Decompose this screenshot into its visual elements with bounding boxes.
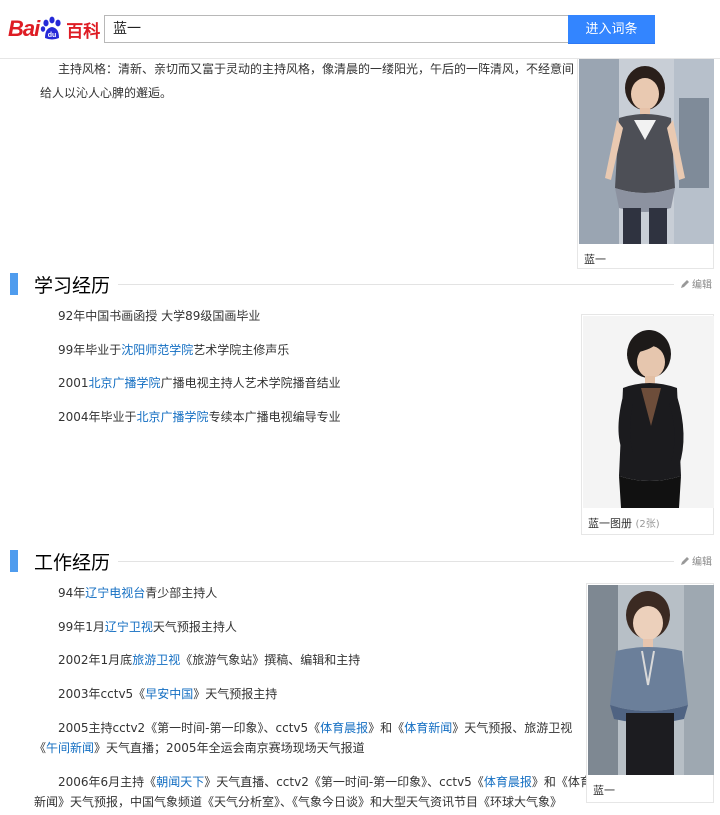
text: 专续本广播电视编导专业 xyxy=(208,410,341,424)
logo-baike-text: 百科 xyxy=(66,21,101,42)
list-item: 2002年1月底旅游卫视《旅游气象站》撰稿、编辑和主持 xyxy=(58,648,360,673)
link-beijing-broadcasting[interactable]: 北京广播学院 xyxy=(137,410,209,424)
top-search-bar: Bai du 百科 蓝一 进入词条 xyxy=(0,0,720,59)
section-marker xyxy=(10,550,18,572)
link-liaoning-tv[interactable]: 辽宁电视台 xyxy=(85,586,145,600)
list-item: 99年1月辽宁卫视天气预报主持人 xyxy=(58,615,237,640)
pencil-icon xyxy=(681,279,689,288)
search-input[interactable]: 蓝一 xyxy=(104,15,568,43)
link-beijing-broadcasting[interactable]: 北京广播学院 xyxy=(89,376,161,390)
text: 2001 xyxy=(58,376,89,390)
link-noon-news[interactable]: 午间新闻 xyxy=(46,741,94,755)
link-sports-morning[interactable]: 体育晨报 xyxy=(320,721,368,735)
text: 》天气直播、cctv2《第一时间-第一印象》、cctv5《 xyxy=(204,775,484,789)
gallery-title: 蓝一图册 xyxy=(588,517,632,530)
text: 青少部主持人 xyxy=(145,586,218,600)
link-sports-morning[interactable]: 体育晨报 xyxy=(484,775,532,789)
edit-label: 编辑 xyxy=(692,280,712,291)
pencil-icon xyxy=(681,556,689,565)
list-item: 2003年cctv5《早安中国》天气预报主持 xyxy=(58,682,277,707)
edit-study-button[interactable]: 编辑 xyxy=(680,276,712,291)
link-liaoning-satellite[interactable]: 辽宁卫视 xyxy=(105,620,153,634)
text: 新闻》天气预报，中国气象频道《天气分析室》、《气象今日谈》和大型天气资讯节目《环… xyxy=(34,795,563,809)
portrait-photo-1[interactable] xyxy=(579,58,714,244)
text: 艺术学院主修声乐 xyxy=(193,343,290,357)
list-item: 99年毕业于沈阳师范学院艺术学院主修声乐 xyxy=(58,338,289,363)
list-item: 2001北京广播学院广播电视主持人艺术学院播音结业 xyxy=(58,371,341,396)
section-marker xyxy=(10,273,18,295)
list-item: 2004年毕业于北京广播学院专续本广播电视编导专业 xyxy=(58,405,341,430)
text: 92年中国书画函授 大学89级国画毕业 xyxy=(58,309,261,323)
list-item: 94年辽宁电视台青少部主持人 xyxy=(58,581,217,606)
portrait-photo-2[interactable] xyxy=(583,316,714,508)
logo-bai-text: Bai xyxy=(8,16,40,41)
text: 2006年6月主持《 xyxy=(58,775,157,789)
portrait-3-svg xyxy=(588,585,714,775)
figure-3-caption: 蓝一 xyxy=(593,784,615,797)
text: 天气预报主持人 xyxy=(152,620,237,634)
portrait-photo-3[interactable] xyxy=(588,585,714,775)
text: 》天气预报主持 xyxy=(193,687,278,701)
section-divider xyxy=(118,284,674,285)
text: 2003年cctv5《 xyxy=(58,687,146,701)
text: 2002年1月底 xyxy=(58,653,133,667)
gallery-count: (2张) xyxy=(635,519,660,530)
link-travel-satellite[interactable]: 旅游卫视 xyxy=(132,653,180,667)
enter-entry-button[interactable]: 进入词条 xyxy=(568,15,655,44)
text: 》天气预报、旅游卫视 xyxy=(452,721,573,735)
edit-label: 编辑 xyxy=(692,557,712,568)
section-title-study: 学习经历 xyxy=(34,275,111,297)
section-title-work: 工作经历 xyxy=(34,552,111,574)
text: 94年 xyxy=(58,586,86,600)
text: 《 xyxy=(34,741,47,755)
link-sports-news[interactable]: 体育新闻 xyxy=(404,721,452,735)
figure-3[interactable]: 蓝一 xyxy=(586,583,714,803)
link-good-morning-china[interactable]: 早安中国 xyxy=(145,687,193,701)
figure-2[interactable]: 蓝一图册 (2张) xyxy=(581,314,714,535)
figure-1[interactable]: 蓝一 xyxy=(577,56,714,269)
baidu-baike-logo[interactable]: Bai du 百科 xyxy=(8,12,100,46)
text: 2005主持cctv2《第一时间-第一印象》、cctv5《 xyxy=(58,721,321,735)
link-morning-news[interactable]: 朝闻天下 xyxy=(156,775,204,789)
portrait-1-svg xyxy=(579,58,714,244)
text: 》和《体育 xyxy=(531,775,592,789)
intro-paragraph: 主持风格：清新、亲切而又富于灵动的主持风格，像清晨的一缕阳光，午后的一阵清风，不… xyxy=(40,62,575,100)
figure-2-caption: 蓝一图册 (2张) xyxy=(588,515,660,531)
text: 99年毕业于 xyxy=(58,343,122,357)
text: 》和《 xyxy=(368,721,405,735)
text: 广播电视主持人艺术学院播音结业 xyxy=(160,376,341,390)
figure-1-caption: 蓝一 xyxy=(584,253,606,266)
text: 99年1月 xyxy=(58,620,105,634)
section-divider xyxy=(118,561,674,562)
paw-icon: du xyxy=(41,16,61,40)
list-item: 92年中国书画函授 大学89级国画毕业 xyxy=(58,304,260,329)
text: 2004年毕业于 xyxy=(58,410,137,424)
text: 《旅游气象站》撰稿、编辑和主持 xyxy=(180,653,361,667)
link-shenyang-normal[interactable]: 沈阳师范学院 xyxy=(121,343,193,357)
portrait-2-svg xyxy=(583,316,714,508)
edit-work-button[interactable]: 编辑 xyxy=(680,553,712,568)
list-item: 《午间新闻》天气直播；2005年全运会南京赛场现场天气报道 xyxy=(34,736,365,761)
text: 》天气直播；2005年全运会南京赛场现场天气报道 xyxy=(94,741,365,755)
logo-du-text: du xyxy=(48,32,57,39)
